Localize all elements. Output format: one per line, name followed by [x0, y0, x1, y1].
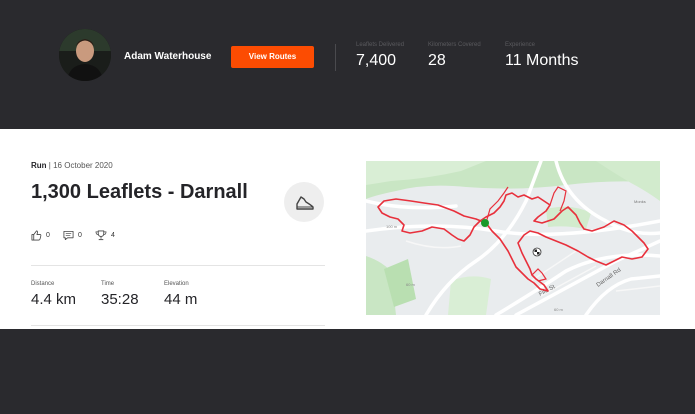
athlete-header: Adam Waterhouse View Routes Leaflets Del… — [0, 0, 695, 129]
divider — [31, 325, 325, 326]
kudos-count: 0 — [46, 232, 50, 239]
achievements-count: 4 — [111, 232, 115, 239]
contour-label: 60 m — [554, 307, 564, 312]
activity-type: Run — [31, 161, 47, 170]
activity-date: 16 October 2020 — [53, 161, 113, 170]
stat-value: 7,400 — [356, 52, 397, 69]
metric-time: Time 35:28 — [101, 281, 139, 308]
metric-distance: Distance 4.4 km — [31, 281, 76, 308]
activity-card: Run | 16 October 2020 1,300 Leaflets - D… — [0, 129, 695, 329]
route-map[interactable]: Fife St Darnall Rd Monks 100 m 60 m 60 m — [366, 161, 660, 315]
activity-meta: Run | 16 October 2020 — [31, 161, 113, 170]
metric-elevation: Elevation 44 m — [164, 281, 197, 308]
stat-value: 28 — [428, 52, 446, 69]
header-divider — [335, 44, 336, 71]
contour-label: 60 m — [406, 282, 416, 287]
contour-label: 100 m — [386, 224, 398, 229]
metric-value: 35:28 — [101, 291, 139, 308]
stat-value: 11 Months — [505, 52, 579, 69]
achievements-button[interactable]: 4 — [95, 230, 115, 241]
kudos-button[interactable]: 0 — [31, 230, 50, 241]
trophy-icon — [95, 230, 107, 241]
map-label: Monks — [634, 199, 646, 204]
metric-value: 4.4 km — [31, 291, 77, 308]
metric-label: Time — [101, 281, 115, 287]
start-marker — [481, 219, 489, 227]
thumbs-up-icon — [31, 230, 42, 241]
metric-label: Elevation — [164, 281, 189, 287]
activity-title[interactable]: 1,300 Leaflets - Darnall — [31, 181, 248, 204]
view-routes-button[interactable]: View Routes — [231, 46, 314, 68]
stat-label: Leaflets Delivered — [356, 42, 405, 48]
comment-icon — [63, 230, 74, 241]
route-map-canvas: Fife St Darnall Rd Monks 100 m 60 m 60 m — [366, 161, 660, 315]
metric-value: 44 m — [164, 291, 198, 308]
comments-count: 0 — [78, 232, 82, 239]
page-footer — [0, 329, 695, 414]
stat-kilometers-covered: Kilometers Covered 28 — [428, 42, 481, 70]
finish-flag-icon — [532, 247, 542, 257]
comments-button[interactable]: 0 — [63, 230, 82, 241]
stat-leaflets-delivered: Leaflets Delivered 7,400 — [356, 42, 404, 70]
run-type-badge — [284, 182, 324, 222]
stat-label: Kilometers Covered — [428, 42, 481, 48]
shoe-icon — [296, 196, 314, 210]
avatar[interactable] — [59, 29, 111, 81]
stat-label: Experience — [505, 42, 536, 48]
stat-experience: Experience 11 Months — [505, 42, 579, 70]
divider — [31, 265, 325, 266]
metric-label: Distance — [31, 281, 55, 287]
athlete-name[interactable]: Adam Waterhouse — [124, 51, 211, 62]
